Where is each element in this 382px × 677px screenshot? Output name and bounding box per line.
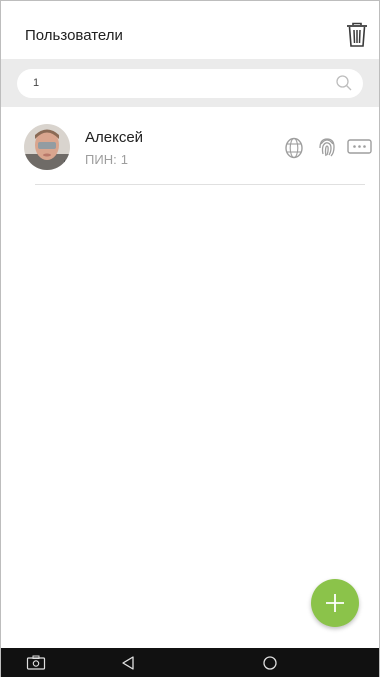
trash-icon (347, 22, 367, 47)
user-name: Алексей (85, 129, 144, 146)
face-icon (285, 137, 303, 159)
plus-icon (326, 594, 344, 612)
user-pin: ПИН: 1 (85, 152, 128, 167)
system-navigation-bar (1, 648, 379, 677)
users-screen: Пользователи 1 Алексей ПИН: 1 (0, 0, 380, 677)
add-user-button[interactable] (311, 579, 359, 627)
password-icon (347, 139, 372, 154)
back-icon[interactable] (120, 655, 136, 671)
pin-label: ПИН: (85, 152, 117, 167)
user-list-item[interactable]: Алексей ПИН: 1 (1, 108, 379, 186)
avatar (24, 124, 70, 170)
search-value: 1 (33, 77, 40, 89)
delete-button[interactable] (346, 22, 368, 48)
list-divider (35, 184, 365, 185)
fingerprint-icon (319, 138, 335, 157)
app-header: Пользователи (1, 1, 379, 59)
page-title: Пользователи (25, 27, 123, 44)
search-input[interactable]: 1 (17, 69, 363, 98)
screenshot-icon[interactable] (26, 655, 46, 671)
search-bar: 1 (1, 59, 379, 107)
home-icon[interactable] (262, 655, 278, 671)
pin-value: 1 (120, 152, 128, 167)
search-icon[interactable] (335, 74, 353, 92)
user-photo (24, 124, 70, 170)
